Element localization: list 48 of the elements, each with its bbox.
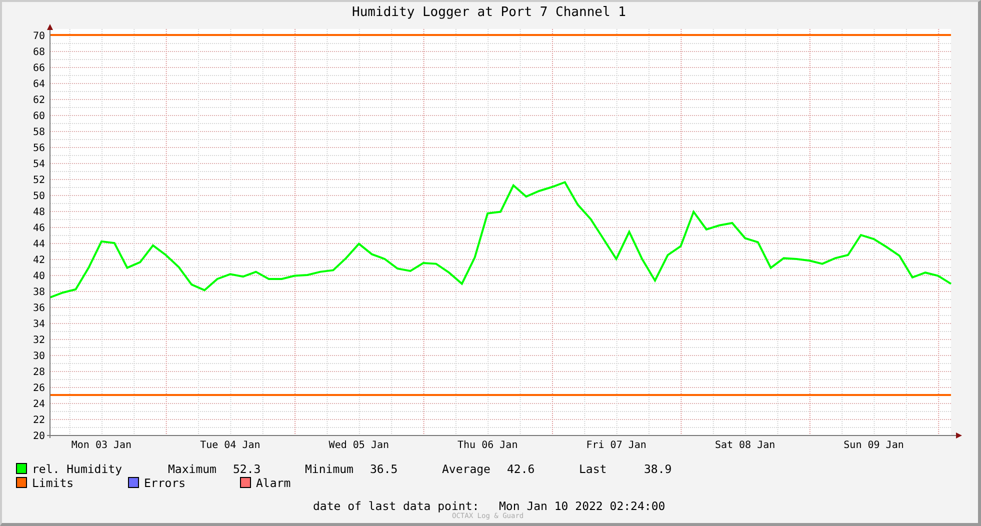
last-data-date: Mon Jan 10 2022 02:24:00 — [499, 499, 666, 513]
axis-label: 24 — [32, 399, 45, 410]
axis-label: 40 — [32, 271, 45, 282]
axis-label: 34 — [32, 319, 45, 330]
axis-label: 56 — [32, 143, 45, 154]
axis-label: 48 — [32, 207, 45, 218]
axis-label: Wed 05 Jan — [328, 440, 390, 451]
legend-label: Alarm — [256, 476, 291, 490]
axis-label: 68 — [32, 47, 45, 58]
legend-label: rel. Humidity — [32, 462, 122, 476]
axis-label: 66 — [32, 63, 45, 74]
legend-label: Limits — [32, 476, 74, 490]
axis-label: 62 — [32, 95, 45, 106]
stat-value: 52.3 — [233, 462, 261, 476]
axis-label: 30 — [32, 351, 45, 362]
axis-label: 54 — [32, 159, 45, 170]
axis-label: 64 — [32, 79, 45, 90]
axis-label: Fri 07 Jan — [586, 440, 646, 451]
stat-label: Last — [579, 462, 608, 476]
axis-label: 46 — [32, 223, 45, 234]
axis-label: 60 — [32, 111, 45, 122]
axis-label: 58 — [32, 127, 45, 138]
axis-label: Sun 09 Jan — [844, 440, 904, 451]
axis-label: Tue 04 Jan — [200, 440, 260, 451]
stat-value: 38.9 — [644, 462, 672, 476]
axis-label: 28 — [32, 367, 45, 378]
legend-label: Errors — [144, 476, 186, 490]
axis-label: 36 — [32, 303, 45, 314]
axis-label: 32 — [32, 335, 45, 346]
stat-value: 42.6 — [507, 462, 535, 476]
axis-label: 42 — [32, 255, 45, 266]
stat-label: Minimum — [305, 462, 354, 476]
stat-label: Maximum — [168, 462, 218, 476]
axis-label: 38 — [32, 287, 45, 298]
axis-label: 22 — [32, 415, 45, 426]
axis-label: Mon 03 Jan — [71, 440, 132, 451]
chart-title: Humidity Logger at Port 7 Channel 1 — [351, 4, 627, 22]
axis-label: 50 — [32, 191, 45, 202]
axis-label: 52 — [32, 175, 45, 186]
axis-label: Sat 08 Jan — [714, 440, 776, 451]
axis-label: 26 — [32, 383, 45, 394]
footer-label: date of last data point: — [313, 499, 480, 513]
stat-value: 36.5 — [370, 462, 398, 476]
stat-label: Average — [442, 462, 492, 476]
axis-label: 20 — [32, 431, 45, 442]
axis-label: 70 — [32, 31, 45, 42]
axis-label: 44 — [32, 239, 45, 250]
axis-label: Thu 06 Jan — [458, 440, 518, 451]
